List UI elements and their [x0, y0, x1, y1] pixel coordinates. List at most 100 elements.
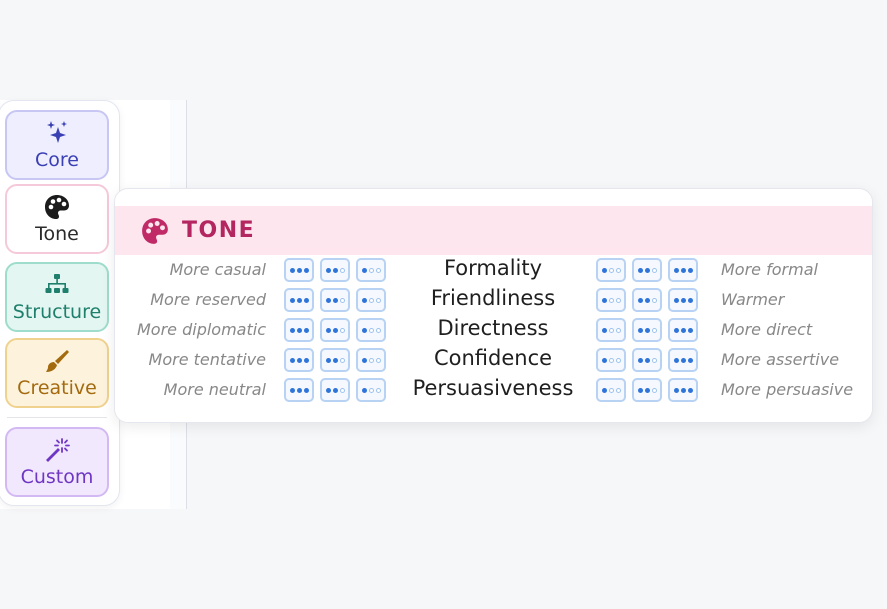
- increase-label: More assertive: [721, 350, 840, 369]
- level-dot: [368, 297, 374, 303]
- level-dot: [673, 357, 679, 363]
- level-dot: [637, 327, 643, 333]
- increase-level-2-button[interactable]: [632, 318, 662, 342]
- increase-level-3-button[interactable]: [668, 378, 698, 402]
- level-dot: [296, 357, 302, 363]
- category-custom[interactable]: Custom: [5, 427, 109, 497]
- increase-label: More persuasive: [721, 380, 854, 399]
- decrease-level-2-button[interactable]: [320, 318, 350, 342]
- increase-level-3-button[interactable]: [668, 288, 698, 312]
- increase-level-1-button[interactable]: [596, 288, 626, 312]
- increase-level-2-button[interactable]: [632, 288, 662, 312]
- category-label: Core: [35, 149, 79, 171]
- level-dot: [673, 297, 679, 303]
- level-dot: [375, 327, 381, 333]
- level-dot: [375, 297, 381, 303]
- level-dot: [608, 357, 614, 363]
- decrease-label: More casual: [169, 260, 266, 279]
- level-dot: [289, 387, 295, 393]
- level-dot: [296, 267, 302, 273]
- increase-level-1-button[interactable]: [596, 348, 626, 372]
- category-structure[interactable]: Structure: [5, 262, 109, 332]
- decrease-level-3-button[interactable]: [284, 378, 314, 402]
- tone-row: More tentative Confidence More assertive: [115, 346, 872, 376]
- level-dot: [687, 327, 693, 333]
- level-dot: [651, 297, 657, 303]
- level-dot: [680, 327, 686, 333]
- increase-level-2-button[interactable]: [632, 348, 662, 372]
- increase-level-3-button[interactable]: [668, 348, 698, 372]
- decrease-label: More reserved: [150, 290, 266, 309]
- level-dot: [361, 327, 367, 333]
- level-dot: [361, 267, 367, 273]
- decrease-level-3-button[interactable]: [284, 288, 314, 312]
- level-dot: [687, 297, 693, 303]
- level-dot: [303, 327, 309, 333]
- level-dot: [601, 267, 607, 273]
- decrease-level-1-button[interactable]: [356, 288, 386, 312]
- magic-wand-icon: [46, 438, 70, 462]
- decrease-level-2-button[interactable]: [320, 288, 350, 312]
- level-dot: [296, 387, 302, 393]
- level-dot: [325, 267, 331, 273]
- increase-level-1-button[interactable]: [596, 378, 626, 402]
- level-dot: [303, 267, 309, 273]
- level-dot: [601, 357, 607, 363]
- level-dot: [601, 327, 607, 333]
- level-dot: [289, 297, 295, 303]
- level-dot: [339, 267, 345, 273]
- decrease-label: More tentative: [148, 350, 266, 369]
- decrease-level-3-button[interactable]: [284, 258, 314, 282]
- level-dot: [601, 297, 607, 303]
- category-core[interactable]: Core: [5, 110, 109, 180]
- level-dot: [368, 387, 374, 393]
- increase-level-3-button[interactable]: [668, 258, 698, 282]
- level-dot: [339, 327, 345, 333]
- decrease-level-1-button[interactable]: [356, 258, 386, 282]
- level-dot: [615, 327, 621, 333]
- decrease-level-3-button[interactable]: [284, 348, 314, 372]
- level-dot: [680, 387, 686, 393]
- increase-level-2-button[interactable]: [632, 258, 662, 282]
- decrease-level-2-button[interactable]: [320, 258, 350, 282]
- level-dot: [673, 267, 679, 273]
- category-creative[interactable]: Creative: [5, 338, 109, 408]
- sitemap-icon: [45, 274, 69, 293]
- level-dot: [368, 357, 374, 363]
- decrease-level-1-button[interactable]: [356, 318, 386, 342]
- increase-level-3-button[interactable]: [668, 318, 698, 342]
- decrease-label: More diplomatic: [137, 320, 266, 339]
- level-dot: [325, 297, 331, 303]
- level-dot: [637, 267, 643, 273]
- level-dot: [296, 297, 302, 303]
- tone-row: More casual Formality More formal: [115, 256, 872, 286]
- dimension-name: Confidence: [433, 346, 553, 370]
- increase-label: More direct: [721, 320, 813, 339]
- decrease-level-2-button[interactable]: [320, 378, 350, 402]
- increase-level-1-button[interactable]: [596, 318, 626, 342]
- level-dot: [687, 357, 693, 363]
- level-dot: [368, 327, 374, 333]
- increase-label: Warmer: [721, 290, 785, 309]
- decrease-level-3-button[interactable]: [284, 318, 314, 342]
- level-dot: [673, 387, 679, 393]
- increase-level-2-button[interactable]: [632, 378, 662, 402]
- level-dot: [289, 357, 295, 363]
- decrease-level-1-button[interactable]: [356, 378, 386, 402]
- level-dot: [332, 387, 338, 393]
- decrease-level-1-button[interactable]: [356, 348, 386, 372]
- increase-level-1-button[interactable]: [596, 258, 626, 282]
- decrease-level-2-button[interactable]: [320, 348, 350, 372]
- level-dot: [608, 387, 614, 393]
- dimension-name: Directness: [437, 316, 549, 340]
- level-dot: [361, 297, 367, 303]
- level-dot: [615, 387, 621, 393]
- tone-row: More neutral Persuasiveness More persuasiv…: [115, 376, 872, 406]
- category-tone[interactable]: Tone: [5, 184, 109, 254]
- level-dot: [615, 267, 621, 273]
- level-dot: [637, 387, 643, 393]
- level-dot: [303, 297, 309, 303]
- level-dot: [375, 357, 381, 363]
- level-dot: [325, 357, 331, 363]
- level-dot: [637, 357, 643, 363]
